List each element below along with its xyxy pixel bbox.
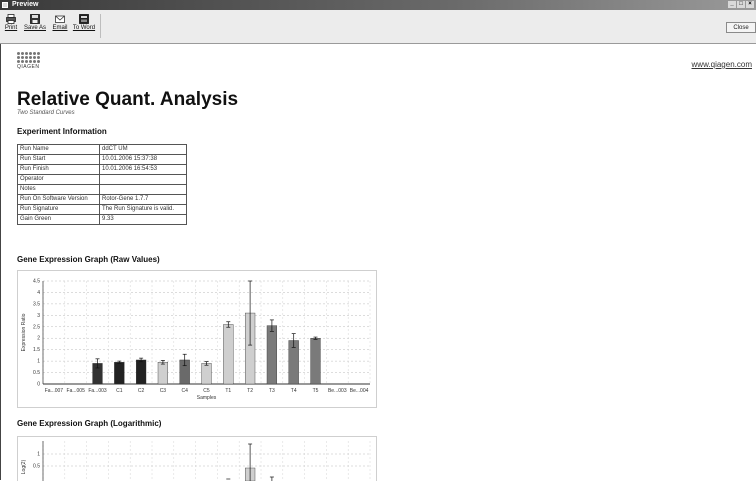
x-tick-label: T4 [291,388,297,394]
email-button[interactable]: Email [51,12,69,40]
table-row: Operator [17,174,187,185]
window-controls: _ □ × [728,1,754,8]
app-icon [2,2,8,8]
x-tick-label: C5 [203,388,210,394]
experiment-heading: Experiment Information [17,127,107,136]
save-as-label: Save As [23,25,46,31]
maximize-button[interactable]: □ [737,1,745,8]
y-tick-label: 1.5 [33,347,40,353]
printer-icon [6,14,16,24]
x-tick-label: C1 [116,388,123,394]
email-label: Email [52,25,68,31]
x-tick-label: T5 [313,388,319,394]
x-tick-label: Fa...007 [45,388,64,394]
table-row: Run Start 10.01.2006 15:37:38 [17,154,187,165]
table-row: Notes [17,184,187,195]
website-link[interactable]: www.qiagen.com [692,60,752,69]
print-button[interactable]: Print [3,12,19,40]
bar [223,324,234,385]
save-as-button[interactable]: Save As [22,12,48,40]
email-icon [55,15,65,23]
toolbar-separator [100,14,101,38]
x-tick-label: Fa...003 [88,388,107,394]
to-word-button[interactable]: To Word [71,12,97,40]
window-title: Preview [12,1,39,8]
to-word-label: To Word [72,25,96,31]
x-tick-label: Be...003 [328,388,347,394]
table-row: Run Signature The Run Signature is valid. [17,204,187,215]
bar [266,325,278,385]
graph1-heading: Gene Expression Graph (Raw Values) [17,255,160,264]
report-title: Relative Quant. Analysis [17,89,239,110]
y-tick-label: 1 [37,359,40,365]
y-tick-label: 4.5 [33,279,40,285]
y-tick-label: 0.5 [33,464,40,470]
logo-text: QIAGEN [17,64,40,70]
qiagen-logo: QIAGEN [17,52,40,70]
y-tick-label: 2.5 [33,324,40,330]
y-tick-label: 2 [37,336,40,342]
x-tick-label: C3 [160,388,167,394]
graph2-heading: Gene Expression Graph (Logarithmic) [17,419,162,428]
table-row: Run Name ddCT UM [17,144,187,155]
log-chart-svg: 0.5 1 Log(2) [21,441,371,481]
close-button[interactable]: Close [726,22,756,33]
bar [114,362,125,385]
x-tick-label: T2 [247,388,253,394]
x-axis-label: Samples [197,395,217,401]
logo-dots [17,52,40,63]
y-tick-label: 3.5 [33,301,40,307]
log-chart: 0.5 1 Log(2) [17,436,377,481]
raw-values-chart: 0 0.5 1 1.5 2 2.5 3 3.5 4 4.5 Fa...007 Fa...005 Fa..… [17,270,377,408]
save-icon [30,14,40,24]
y-axis-label: Log(2) [21,459,27,474]
bar [310,338,321,385]
x-tick-label: C2 [138,388,145,394]
table-row: Run Finish 10.01.2006 16:54:53 [17,164,187,175]
x-tick-label: T3 [269,388,275,394]
toolbar: Print Save As Email To Word Close [0,10,756,44]
print-label: Print [4,25,18,31]
y-tick-label: 4 [37,290,40,296]
x-tick-label: Be...004 [350,388,369,394]
word-icon [79,14,89,24]
minimize-button[interactable]: _ [728,1,736,8]
y-tick-label: 0 [37,382,40,388]
bar [201,363,212,385]
raw-values-chart-svg: 0 0.5 1 1.5 2 2.5 3 3.5 4 4.5 Fa...007 Fa...005 Fa..… [21,279,371,401]
table-row: Gain Green 9.33 [17,214,187,225]
x-tick-label: C4 [181,388,188,394]
y-tick-label: 0.5 [33,370,40,376]
experiment-table: Run Name ddCT UM Run Start 10.01.2006 15:3… [17,144,187,225]
y-tick-label: 3 [37,313,40,319]
x-tick-label: T1 [225,388,231,394]
x-tick-label: Fa...005 [67,388,86,394]
table-row: Run On Software Version Rotor-Gene 1.7.7 [17,194,187,205]
bar [157,362,169,385]
window-title-bar: Preview _ □ × [0,0,756,10]
y-tick-label: 1 [37,452,40,458]
bar [135,359,147,385]
y-axis-label: Expression Ratio [21,313,27,351]
window-close-button[interactable]: × [746,1,754,8]
report-subtitle: Two Standard Curves [17,110,75,116]
